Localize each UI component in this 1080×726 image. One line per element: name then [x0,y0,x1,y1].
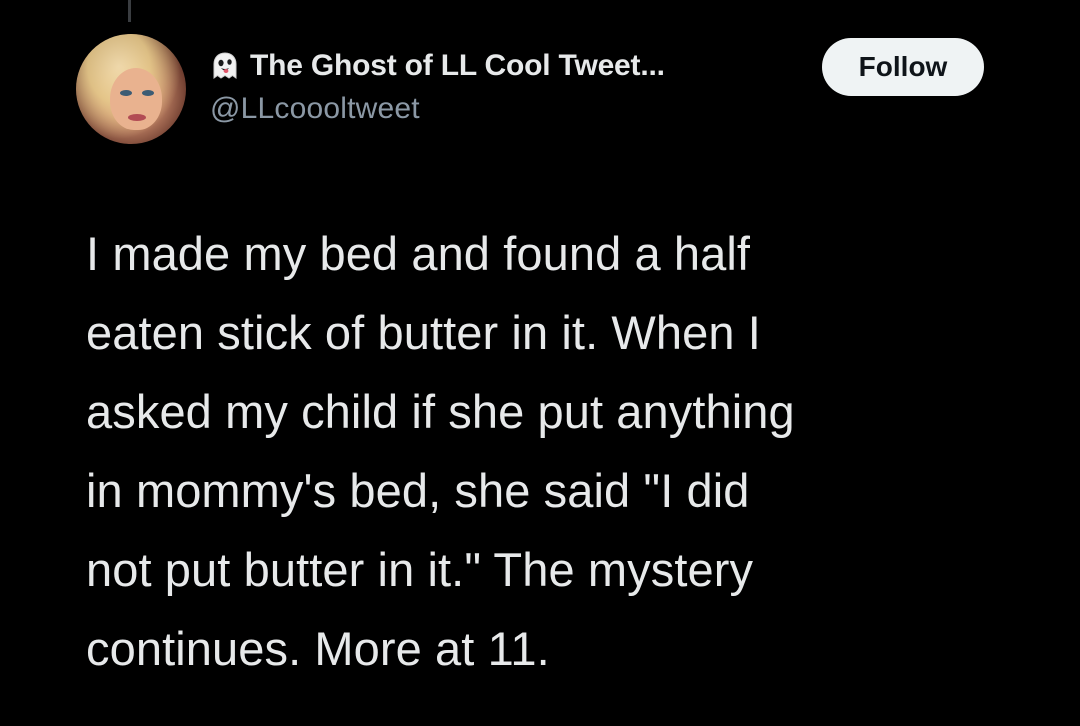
profile-avatar[interactable] [76,34,186,144]
author-handle[interactable]: @LLcoooltweet [210,92,665,126]
avatar-right-eye [142,90,154,96]
author-name-row[interactable]: The Ghost of LL Cool Tweet... [210,44,665,88]
avatar-lips [128,114,146,121]
avatar-left-eye [120,90,132,96]
tweet-header: The Ghost of LL Cool Tweet... @LLcoooltw… [210,44,665,126]
author-display-name[interactable]: The Ghost of LL Cool Tweet... [250,49,665,83]
follow-button[interactable]: Follow [822,38,984,96]
ghost-emoji-icon [210,51,240,81]
tweet-body-text: I made my bed and found a half eaten sti… [86,227,795,675]
thread-connector-line [128,0,131,22]
